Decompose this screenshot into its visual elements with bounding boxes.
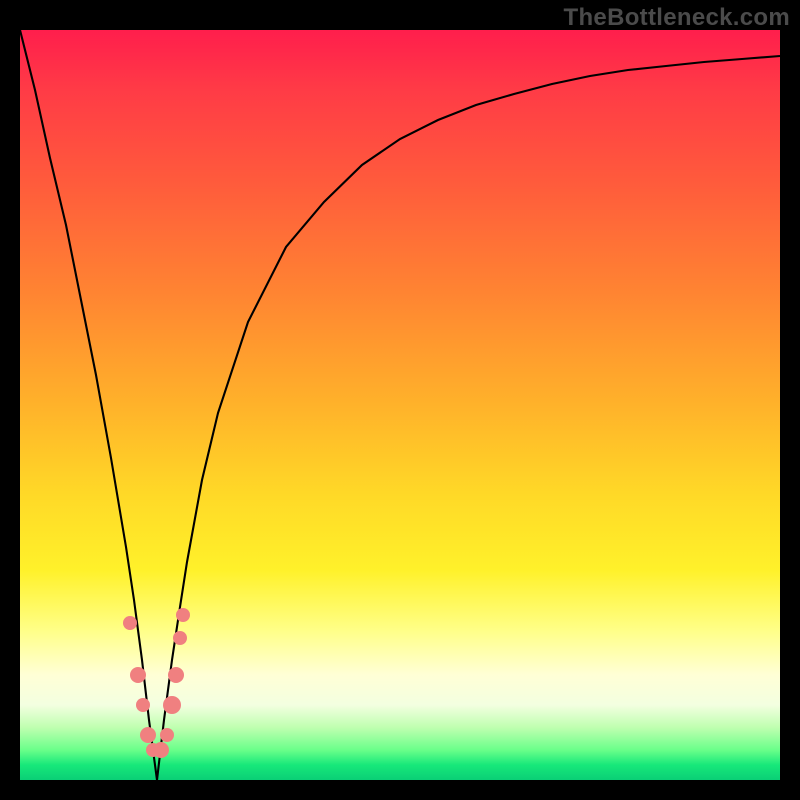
watermark-text: TheBottleneck.com: [564, 4, 790, 32]
plot-area: [20, 30, 780, 780]
curve-layer: [20, 30, 780, 780]
marker-dots: [123, 608, 190, 758]
bottleneck-curve: [20, 30, 780, 780]
chart-frame: TheBottleneck.com: [0, 0, 800, 800]
